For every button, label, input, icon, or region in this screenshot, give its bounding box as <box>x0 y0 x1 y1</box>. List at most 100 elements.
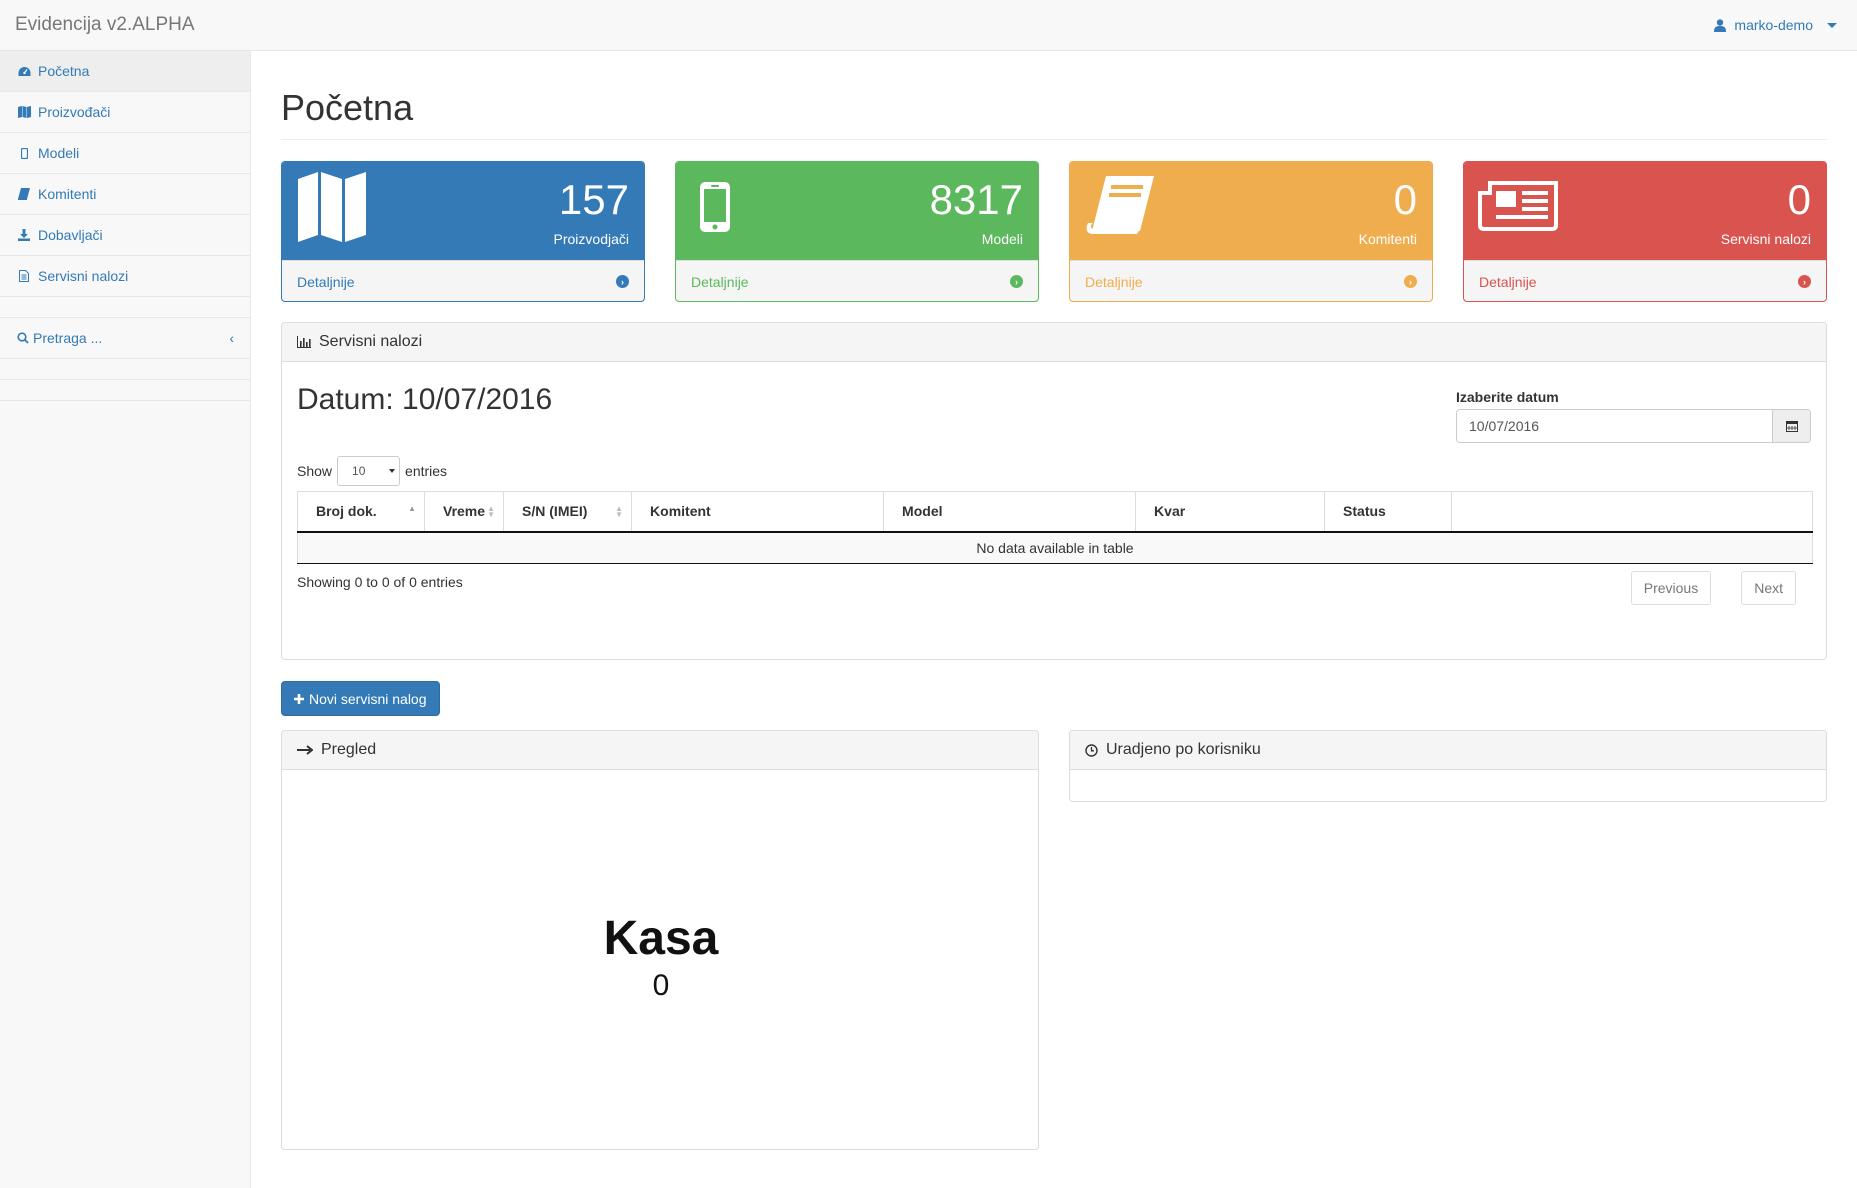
card-details-link[interactable]: Detaljnije › <box>282 260 644 301</box>
column-header[interactable]: Vreme ▲ ▼ <box>424 491 505 533</box>
plus-icon <box>294 693 304 704</box>
card-details-link[interactable]: Detaljnije › <box>676 260 1038 301</box>
card-label: Proizvodjači <box>553 231 629 247</box>
sidebar-item-label: Servisni nalozi <box>38 268 129 284</box>
sidebar-item-servisni-nalozi[interactable]: Servisni nalozi <box>0 256 250 297</box>
search-label: Pretraga ... <box>33 330 103 346</box>
calendar-button[interactable] <box>1772 410 1810 442</box>
map-icon <box>17 106 31 118</box>
card-komitenti: 0 Komitenti Detaljnije › <box>1069 161 1433 302</box>
panel-title: Uradjeno po korisniku <box>1106 741 1261 758</box>
sort-icon: ▲ ▼ <box>487 504 496 519</box>
previous-button[interactable]: Previous <box>1630 571 1712 605</box>
column-header[interactable]: Broj dok. ▲ <box>297 491 425 533</box>
column-header[interactable]: Kvar <box>1135 491 1326 533</box>
mobile-icon <box>690 171 762 246</box>
column-header[interactable]: Komitent <box>631 491 885 533</box>
page-size-control: Show 10 entries <box>297 456 447 486</box>
sort-icon: ▲ ▼ <box>615 504 624 519</box>
user-name: marko-demo <box>1734 17 1813 33</box>
sidebar-item-label: Proizvođači <box>38 104 111 120</box>
sidebar-item-dobavljaci[interactable]: Dobavljači <box>0 215 250 256</box>
card-label: Modeli <box>981 231 1023 247</box>
user-icon <box>1714 18 1727 32</box>
panel-title: Servisni nalozi <box>319 333 423 350</box>
datum-heading: Datum: 10/07/2016 <box>297 383 553 416</box>
empty-table-message: No data available in table <box>297 531 1813 564</box>
arrow-circle-right-icon: › <box>616 275 629 288</box>
next-button[interactable]: Next <box>1741 571 1796 605</box>
details-label: Detaljnije <box>1085 273 1143 290</box>
panel-heading: Pregled <box>282 731 1038 770</box>
clock-icon <box>1085 743 1098 757</box>
column-header <box>1451 491 1813 533</box>
file-icon <box>17 270 31 282</box>
book-icon <box>17 188 31 200</box>
download-icon <box>17 229 31 241</box>
date-input[interactable] <box>1457 410 1772 442</box>
kasa-label: Kasa <box>603 912 719 965</box>
table-info: Showing 0 to 0 of 0 entries <box>297 574 463 590</box>
sidebar-empty-row <box>0 359 250 380</box>
card-header: 157 Proizvodjači <box>282 162 644 260</box>
pregled-panel: Pregled Kasa 0 <box>281 730 1039 1150</box>
newspaper-icon <box>1478 171 1558 246</box>
new-order-button[interactable]: Novi servisni nalog <box>281 681 440 716</box>
pagination: Previous Next <box>1630 571 1796 605</box>
card-details-link[interactable]: Detaljnije › <box>1464 260 1826 301</box>
card-count: 157 <box>558 176 629 223</box>
card-label: Komitenti <box>1358 231 1417 247</box>
entries-label: entries <box>405 463 448 479</box>
page-size-select[interactable]: 10 <box>337 456 401 486</box>
panel-heading: Uradjeno po korisniku <box>1070 731 1826 770</box>
arrow-circle-right-icon: › <box>1010 275 1023 288</box>
user-menu[interactable]: marko-demo <box>1714 17 1837 33</box>
app-brand[interactable]: Evidencija v2.ALPHA <box>15 14 195 36</box>
table-header-row: Broj dok. ▲ Vreme ▲ ▼ S/N (IMEI) ▲ ▼ Komitent… <box>297 491 1813 533</box>
card-header: 0 Servisni nalozi <box>1464 162 1826 260</box>
date-picker <box>1456 409 1811 443</box>
mobile-icon <box>17 147 31 159</box>
card-modeli: 8317 Modeli Detaljnije › <box>675 161 1039 302</box>
column-header[interactable]: Model <box>883 491 1137 533</box>
book-icon <box>1084 171 1156 246</box>
card-details-link[interactable]: Detaljnije › <box>1070 260 1432 301</box>
card-header: 8317 Modeli <box>676 162 1038 260</box>
sidebar-search[interactable]: Pretraga ... ‹ <box>0 318 250 359</box>
top-navbar: Evidencija v2.ALPHA marko-demo <box>0 0 1857 51</box>
chevron-left-icon[interactable]: ‹ <box>229 330 234 346</box>
chevron-down-icon <box>389 469 396 473</box>
sidebar-item-proizvodjaci[interactable]: Proizvođači <box>0 92 250 133</box>
title-divider <box>281 139 1827 140</box>
sidebar: Početna Proizvođači Modeli Komitenti Dob… <box>0 51 251 1188</box>
show-label: Show <box>297 463 333 479</box>
search-icon <box>17 332 29 344</box>
card-count: 0 <box>1787 176 1811 223</box>
sidebar-divider <box>0 297 250 318</box>
card-header: 0 Komitenti <box>1070 162 1432 260</box>
page-size-value: 10 <box>352 464 366 478</box>
sidebar-item-komitenti[interactable]: Komitenti <box>0 174 250 215</box>
column-header[interactable]: Status <box>1324 491 1453 533</box>
sidebar-item-label: Komitenti <box>38 186 97 202</box>
sidebar-item-label: Početna <box>38 63 90 79</box>
calendar-icon <box>1785 421 1798 432</box>
sidebar-item-modeli[interactable]: Modeli <box>0 133 250 174</box>
page-title: Početna <box>281 87 414 128</box>
sort-asc-icon: ▲ <box>408 504 416 513</box>
card-proizvodjaci: 157 Proizvodjači Detaljnije › <box>281 161 645 302</box>
card-count: 0 <box>1393 176 1417 223</box>
column-header[interactable]: S/N (IMEI) ▲ ▼ <box>503 491 633 533</box>
card-label: Servisni nalozi <box>1720 231 1811 247</box>
stat-cards: 157 Proizvodjači Detaljnije › 8317 Model… <box>281 161 1827 302</box>
orders-table: Broj dok. ▲ Vreme ▲ ▼ S/N (IMEI) ▲ ▼ Komitent… <box>297 491 1813 564</box>
card-count: 8317 <box>929 176 1023 223</box>
card-servisni-nalozi: 0 Servisni nalozi Detaljnije › <box>1463 161 1827 302</box>
sidebar-item-pocetna[interactable]: Početna <box>0 51 250 92</box>
panel-title: Pregled <box>321 741 377 758</box>
details-label: Detaljnije <box>1479 273 1537 290</box>
sidebar-item-label: Dobavljači <box>38 227 103 243</box>
details-label: Detaljnije <box>691 273 749 290</box>
map-icon <box>296 171 368 246</box>
uradjeno-panel: Uradjeno po korisniku <box>1069 730 1827 802</box>
